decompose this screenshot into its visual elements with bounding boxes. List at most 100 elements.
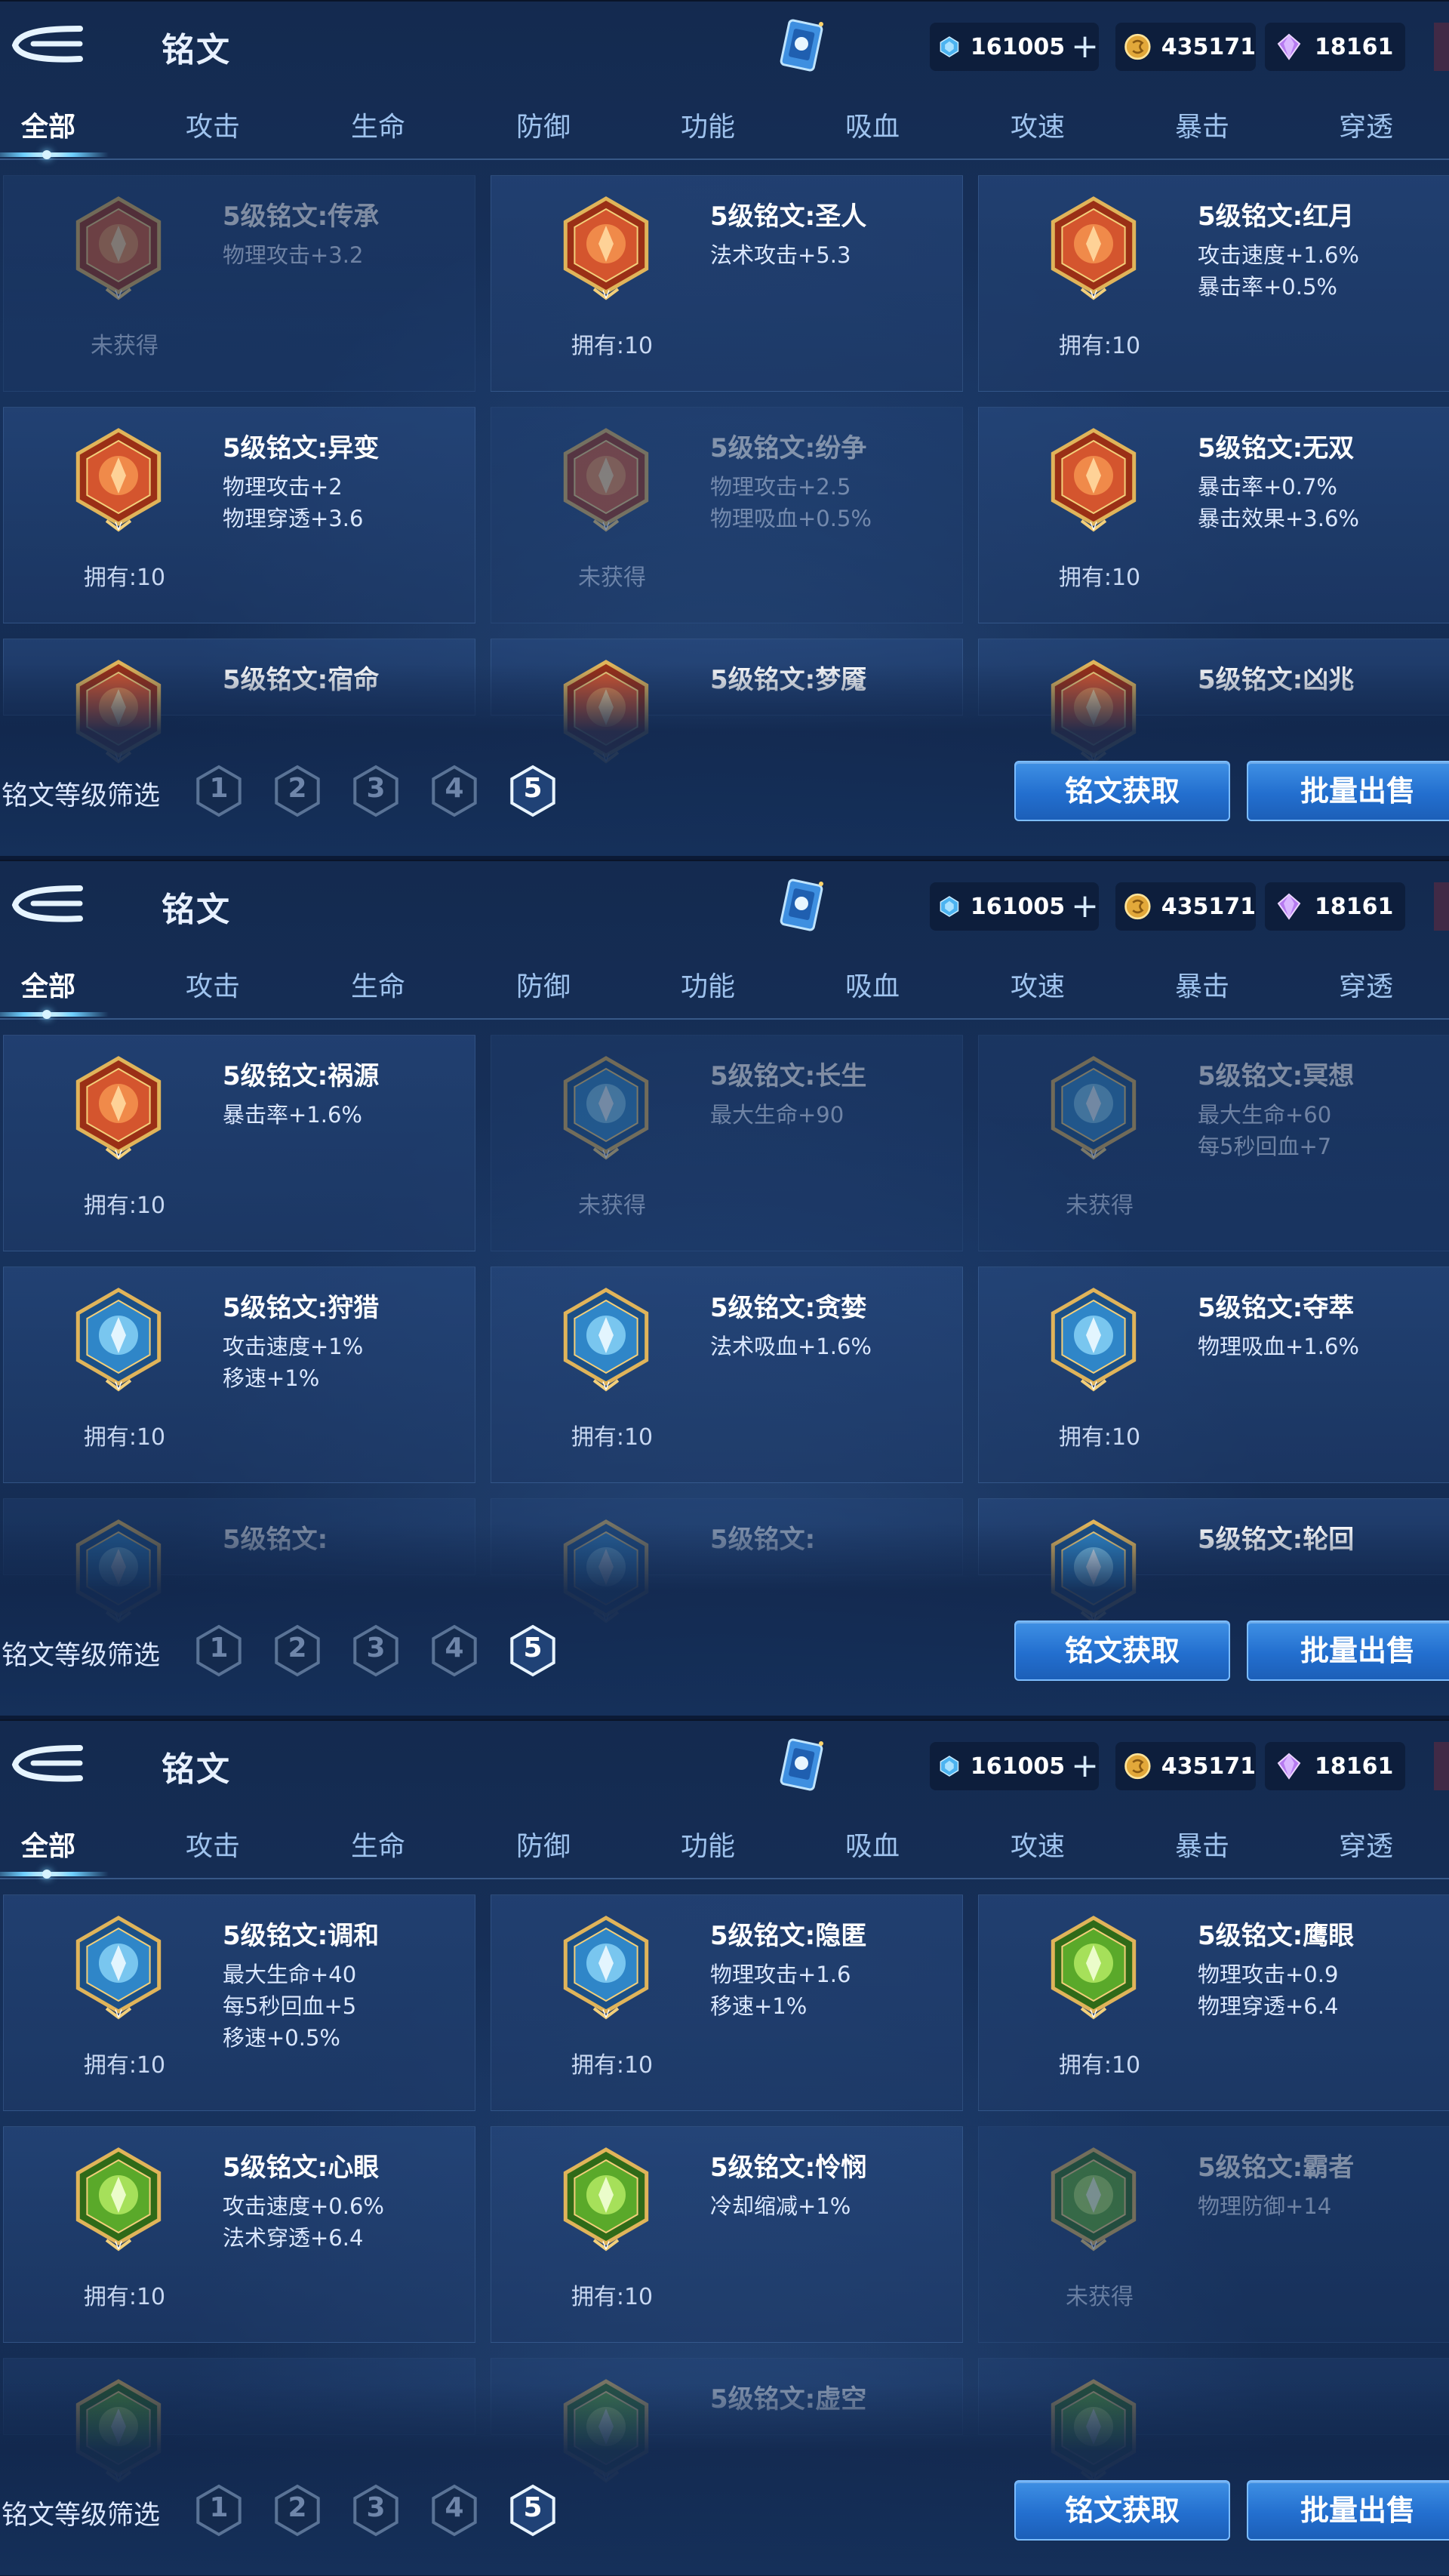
level-filter-5[interactable]: 5 [506,762,560,820]
inscription-card[interactable]: V 5级铭文:圣人 法术攻击+5.3 拥有:10 [491,175,963,392]
level-number: 5 [523,2492,543,2523]
tab-6[interactable]: 攻速 [977,965,1098,1004]
menu-edge[interactable] [1434,882,1449,931]
tab-4[interactable]: 功能 [648,105,768,144]
level-filter-4[interactable]: 4 [427,762,481,820]
tab-7[interactable]: 暴击 [1142,965,1263,1004]
stat-line: 暴击效果+3.6% [1198,506,1359,531]
bulk-sell-button[interactable]: 批量出售 [1247,761,1449,821]
tab-8[interactable]: 穿透 [1306,105,1426,144]
top-bar: 铭文 161005 + 435171 18161 [0,860,1449,954]
tab-2[interactable]: 生命 [318,105,438,144]
level-filter-1[interactable]: 1 [192,1622,246,1679]
level-filter-4[interactable]: 4 [427,1622,481,1679]
inscription-card[interactable]: V 5级铭文: [3,1498,475,1624]
inscription-card[interactable]: V 5级铭文:异变 物理攻击+2 物理穿透+3.6 拥有:10 [3,407,475,623]
tab-1[interactable]: 攻击 [152,1824,273,1864]
inscription-card[interactable]: V 5级铭文:冥想 最大生命+60 每5秒回血+7 未获得 [978,1035,1449,1251]
inscription-card[interactable]: V 5级铭文:凶兆 [978,639,1449,765]
level-filter-5[interactable]: 5 [506,1622,560,1679]
inscription-card[interactable]: V 5级铭文:贪婪 法术吸血+1.6% 拥有:10 [491,1266,963,1483]
back-arrow-icon[interactable] [6,23,89,68]
tab-6[interactable]: 攻速 [977,105,1098,144]
tab-label: 暴击 [1174,971,1229,1002]
inscription-card[interactable]: V [978,2358,1449,2484]
inscription-card[interactable]: V 5级铭文:无双 暴击率+0.7% 暴击效果+3.6% 拥有:10 [978,407,1449,623]
level-filter-2[interactable]: 2 [270,2482,325,2539]
inscription-card[interactable]: V 5级铭文:狩猎 攻击速度+1% 移速+1% 拥有:10 [3,1266,475,1483]
tab-5[interactable]: 吸血 [812,105,933,144]
inscription-book-icon[interactable] [774,1736,829,1796]
tab-label: 生命 [350,1831,405,1862]
inscription-name: 5级铭文:圣人 [710,202,867,232]
inscription-card[interactable]: V 5级铭文:霸者 物理防御+14 未获得 [978,2126,1449,2343]
inscription-card[interactable]: V 5级铭文:梦魇 [491,639,963,765]
stat-line: 物理攻击+2 [223,474,343,500]
tab-3[interactable]: 防御 [483,105,604,144]
inscription-card[interactable]: V 5级铭文:心眼 攻击速度+0.6% 法术穿透+6.4 拥有:10 [3,2126,475,2343]
level-filter-5[interactable]: 5 [506,2482,560,2539]
tab-3[interactable]: 防御 [483,965,604,1004]
tab-label: 暴击 [1174,1831,1229,1862]
inscription-card[interactable]: V 5级铭文:长生 最大生命+90 未获得 [491,1035,963,1251]
inscription-card[interactable]: V 5级铭文:鹰眼 物理攻击+0.9 物理穿透+6.4 拥有:10 [978,1894,1449,2111]
get-inscription-button[interactable]: 铭文获取 [1014,761,1230,821]
back-arrow-icon[interactable] [6,882,89,928]
level-filter-2[interactable]: 2 [270,1622,325,1679]
inscription-card[interactable]: V 5级铭文:宿命 [3,639,475,765]
inscription-card[interactable]: V 5级铭文:虚空 [491,2358,963,2484]
tab-2[interactable]: 生命 [318,1824,438,1864]
inscription-card[interactable]: V 5级铭文: [491,1498,963,1624]
inscription-card[interactable]: V 5级铭文:传承 物理攻击+3.2 未获得 [3,175,475,392]
bulk-sell-button[interactable]: 批量出售 [1247,1620,1449,1681]
tab-0[interactable]: 全部 [0,105,109,159]
stat-line: 物理攻击+2.5 [710,474,851,500]
inscription-book-icon[interactable] [774,876,829,937]
tab-4[interactable]: 功能 [648,965,768,1004]
inscription-card[interactable]: V 5级铭文:轮回 [978,1498,1449,1624]
tab-2[interactable]: 生命 [318,965,438,1004]
bulk-sell-button[interactable]: 批量出售 [1247,2480,1449,2541]
back-arrow-icon[interactable] [6,1742,89,1787]
tab-6[interactable]: 攻速 [977,1824,1098,1864]
inscription-card[interactable]: V 5级铭文:调和 最大生命+40 每5秒回血+5 移速+0.5% 拥有:10 [3,1894,475,2111]
inscription-emblem-icon: V [75,428,162,533]
inscription-card[interactable]: V 5级铭文:怜悯 冷却缩减+1% 拥有:10 [491,2126,963,2343]
tab-4[interactable]: 功能 [648,1824,768,1864]
add-coupon-button[interactable]: + [1071,30,1099,63]
tab-1[interactable]: 攻击 [152,965,273,1004]
inscription-card[interactable]: V [3,2358,475,2484]
level-filter-3[interactable]: 3 [349,1622,403,1679]
tab-0[interactable]: 全部 [0,1824,109,1879]
tab-0[interactable]: 全部 [0,965,109,1019]
menu-edge[interactable] [1434,1742,1449,1790]
level-filter-3[interactable]: 3 [349,2482,403,2539]
inscription-card[interactable]: V 5级铭文:隐匿 物理攻击+1.6 移速+1% 拥有:10 [491,1894,963,2111]
add-coupon-button[interactable]: + [1071,1750,1099,1783]
svg-text:V: V [602,1380,610,1393]
tab-8[interactable]: 穿透 [1306,1824,1426,1864]
level-filter-1[interactable]: 1 [192,762,246,820]
inscription-card[interactable]: V 5级铭文:红月 攻击速度+1.6% 暴击率+0.5% 拥有:10 [978,175,1449,392]
coupon-value: 161005 [970,1753,1066,1780]
tab-7[interactable]: 暴击 [1142,105,1263,144]
level-filter-4[interactable]: 4 [427,2482,481,2539]
tab-3[interactable]: 防御 [483,1824,604,1864]
tab-7[interactable]: 暴击 [1142,1824,1263,1864]
inscription-book-icon[interactable] [774,17,829,77]
inscription-stats: 攻击速度+0.6% 法术穿透+6.4 [223,2190,384,2254]
add-coupon-button[interactable]: + [1071,890,1099,923]
get-inscription-button[interactable]: 铭文获取 [1014,2480,1230,2541]
inscription-card[interactable]: V 5级铭文:夺萃 物理吸血+1.6% 拥有:10 [978,1266,1449,1483]
inscription-card[interactable]: V 5级铭文:纷争 物理攻击+2.5 物理吸血+0.5% 未获得 [491,407,963,623]
tab-8[interactable]: 穿透 [1306,965,1426,1004]
get-inscription-button[interactable]: 铭文获取 [1014,1620,1230,1681]
tab-5[interactable]: 吸血 [812,965,933,1004]
tab-5[interactable]: 吸血 [812,1824,933,1864]
level-filter-1[interactable]: 1 [192,2482,246,2539]
level-filter-2[interactable]: 2 [270,762,325,820]
tab-1[interactable]: 攻击 [152,105,273,144]
menu-edge[interactable] [1434,23,1449,71]
level-filter-3[interactable]: 3 [349,762,403,820]
inscription-card[interactable]: V 5级铭文:祸源 暴击率+1.6% 拥有:10 [3,1035,475,1251]
